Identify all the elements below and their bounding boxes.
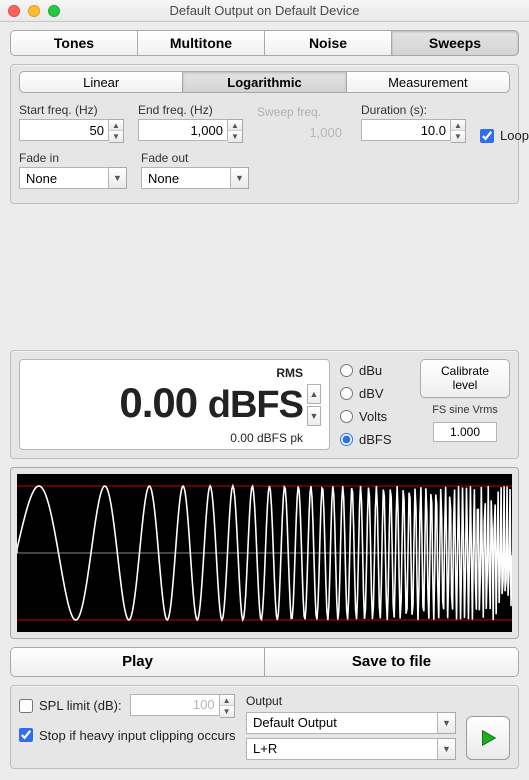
calibrate-button[interactable]: Calibrate level (420, 359, 510, 398)
unit-volts[interactable]: Volts (340, 409, 410, 424)
duration-stepper[interactable]: ▲▼ (451, 119, 466, 143)
play-button[interactable] (466, 716, 510, 760)
start-freq-input[interactable] (19, 119, 109, 141)
fs-vrms-input[interactable] (433, 422, 497, 442)
window-title: Default Output on Default Device (0, 3, 529, 18)
start-freq-stepper[interactable]: ▲▼ (109, 119, 124, 143)
main-tabs: Tones Multitone Noise Sweeps (10, 30, 519, 56)
level-readout: RMS 0.00 dBFS 0.00 dBFS pk ▲▼ (19, 359, 330, 450)
output-label: Output (246, 694, 456, 708)
fs-vrms-label: FS sine Vrms (432, 404, 498, 416)
tab-sweeps[interactable]: Sweeps (391, 30, 519, 56)
titlebar: Default Output on Default Device (0, 0, 529, 22)
spl-limit-checkbox[interactable] (19, 699, 33, 713)
output-channels-dropdown-icon[interactable]: ▼ (438, 738, 456, 760)
spl-limit-label: SPL limit (dB): (39, 698, 122, 713)
fade-out-label: Fade out (141, 151, 249, 165)
waveform-panel (10, 467, 519, 639)
play-tab-button[interactable]: Play (10, 647, 264, 677)
sweep-type-tabs: Linear Logarithmic Measurement (19, 71, 510, 93)
sweep-params-panel: Linear Logarithmic Measurement Start fre… (10, 64, 519, 204)
waveform-display (17, 474, 512, 632)
loop-label: Loop (500, 128, 529, 143)
unit-dbu[interactable]: dBu (340, 363, 410, 378)
fade-in-dropdown-icon[interactable]: ▼ (109, 167, 127, 189)
level-unit-radios: dBu dBV Volts dBFS (340, 359, 410, 450)
level-panel: RMS 0.00 dBFS 0.00 dBFS pk ▲▼ dBu dBV Vo… (10, 350, 519, 459)
level-peak: 0.00 dBFS pk (28, 431, 303, 445)
tab-logarithmic[interactable]: Logarithmic (182, 71, 345, 93)
end-freq-stepper[interactable]: ▲▼ (228, 119, 243, 143)
unit-dbfs[interactable]: dBFS (340, 432, 410, 447)
tab-linear[interactable]: Linear (19, 71, 182, 93)
start-freq-label: Start freq. (Hz) (19, 103, 124, 117)
end-freq-input[interactable] (138, 119, 228, 141)
duration-input[interactable] (361, 119, 451, 141)
tab-tones[interactable]: Tones (10, 30, 137, 56)
end-freq-label: End freq. (Hz) (138, 103, 243, 117)
spl-limit-checkbox-wrap[interactable]: SPL limit (dB): (19, 698, 122, 713)
output-device-dropdown-icon[interactable]: ▼ (438, 712, 456, 734)
action-buttons: Play Save to file (10, 647, 519, 677)
fade-out-dropdown-icon[interactable]: ▼ (231, 167, 249, 189)
duration-label: Duration (s): (361, 103, 466, 117)
level-value: 0.00 dBFS (28, 380, 303, 427)
loop-checkbox[interactable] (480, 129, 494, 143)
spl-limit-stepper[interactable]: ▲▼ (220, 694, 235, 718)
tab-multitone[interactable]: Multitone (137, 30, 264, 56)
tab-noise[interactable]: Noise (264, 30, 391, 56)
output-device-select[interactable] (246, 712, 438, 734)
rms-label: RMS (28, 366, 303, 380)
sweep-freq-input (257, 121, 347, 143)
stop-clipping-checkbox[interactable] (19, 728, 33, 742)
output-panel: SPL limit (dB): ▲▼ Stop if heavy input c… (10, 685, 519, 769)
loop-checkbox-wrap[interactable]: Loop (480, 128, 529, 143)
save-to-file-button[interactable]: Save to file (264, 647, 519, 677)
fade-in-select[interactable] (19, 167, 109, 189)
level-stepper[interactable]: ▲▼ (307, 366, 321, 445)
output-channels-select[interactable] (246, 738, 438, 760)
stop-clipping-checkbox-wrap[interactable]: Stop if heavy input clipping occurs (19, 728, 236, 743)
stop-clipping-label: Stop if heavy input clipping occurs (39, 728, 236, 743)
sweep-freq-label: Sweep freq. (257, 105, 347, 119)
fade-out-select[interactable] (141, 167, 231, 189)
unit-dbv[interactable]: dBV (340, 386, 410, 401)
fade-in-label: Fade in (19, 151, 127, 165)
play-icon (477, 727, 499, 749)
spl-limit-input[interactable] (130, 694, 220, 716)
tab-measurement[interactable]: Measurement (346, 71, 510, 93)
